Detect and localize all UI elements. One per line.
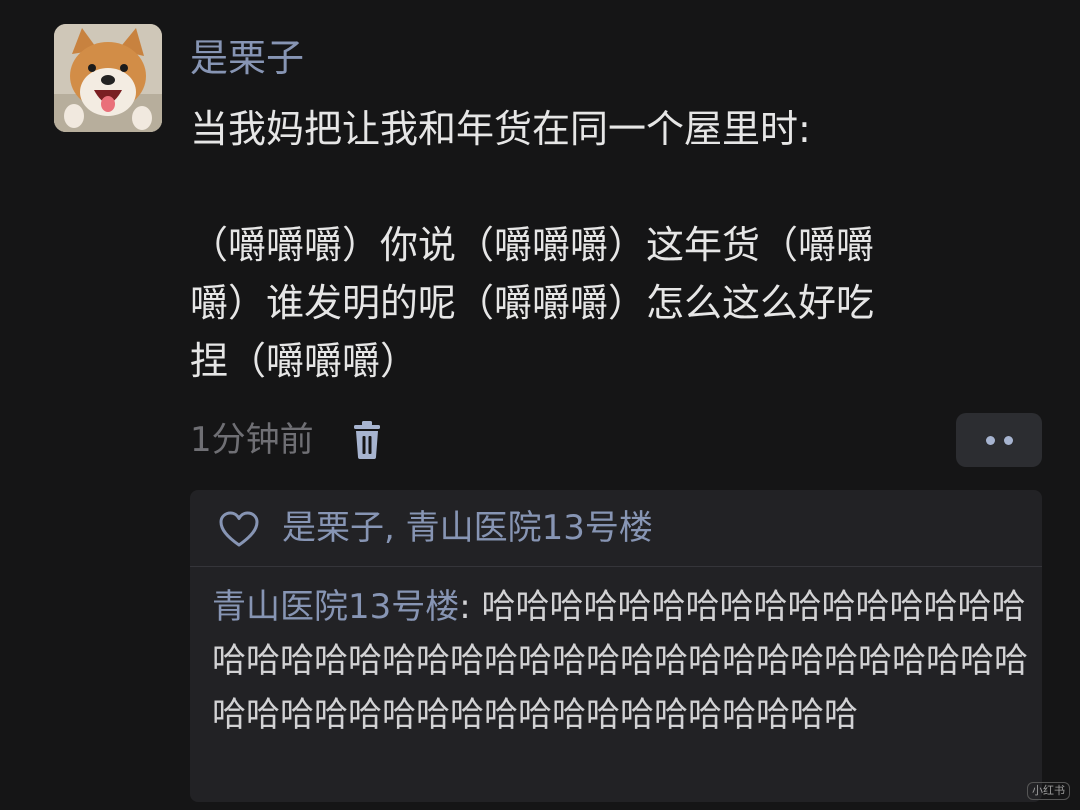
interaction-panel: 是栗子, 青山医院13号楼 青山医院13号楼: 哈哈哈哈哈哈哈哈哈哈哈哈哈哈哈哈… [190, 490, 1042, 802]
post-line: 嚼）谁发明的呢（嚼嚼嚼）怎么这么好吃 [190, 281, 875, 325]
more-options-button[interactable] [956, 413, 1042, 467]
watermark-logo: 小红书 [1027, 782, 1070, 800]
likes-names[interactable]: 是栗子, 青山医院13号楼 [282, 502, 653, 554]
trash-icon[interactable] [350, 420, 384, 460]
post-line: （嚼嚼嚼）你说（嚼嚼嚼）这年货（嚼嚼 [190, 223, 875, 267]
post-author-name[interactable]: 是栗子 [190, 30, 304, 86]
comment-username[interactable]: 青山医院13号楼 [212, 587, 459, 627]
avatar[interactable] [54, 24, 162, 132]
post-content: 当我妈把让我和年货在同一个屋里时: （嚼嚼嚼）你说（嚼嚼嚼）这年货（嚼嚼 嚼）谁… [190, 100, 1040, 390]
more-dots-icon [1003, 435, 1013, 445]
post-line: 当我妈把让我和年货在同一个屋里时: [190, 107, 811, 151]
likes-row: 是栗子, 青山医院13号楼 [190, 490, 1042, 567]
post-line: 捏（嚼嚼嚼） [190, 339, 419, 383]
comment-separator: : [459, 587, 482, 627]
comment-item: 青山医院13号楼: 哈哈哈哈哈哈哈哈哈哈哈哈哈哈哈哈哈哈哈哈哈哈哈哈哈哈哈哈哈哈… [212, 580, 1032, 742]
post-timestamp: 1分钟前 [190, 420, 314, 460]
more-dots-icon [985, 435, 995, 445]
heart-outline-icon[interactable] [218, 510, 260, 548]
